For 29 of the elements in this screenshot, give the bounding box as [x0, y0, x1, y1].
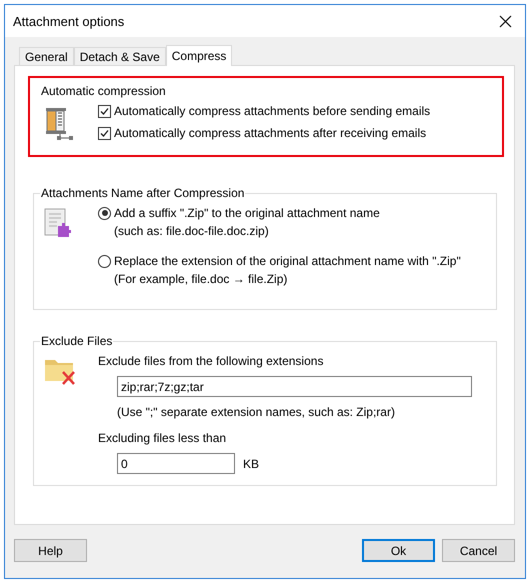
option-note: (such as: file.doc-file.doc.zip) — [113, 224, 270, 238]
extensions-field[interactable]: zip;rar;7z;gz;tar — [117, 376, 472, 397]
dialog-button[interactable]: Cancel — [442, 539, 515, 562]
unit-label: KB — [243, 456, 260, 470]
checkbox-label: Automatically compress attachments before sending emails — [114, 104, 430, 118]
checkbox-label: Automatically compress attachments after receiving emails — [114, 126, 426, 140]
group-title: Exclude Files — [40, 334, 114, 348]
size-field[interactable]: 0 — [117, 453, 235, 474]
checkbox[interactable] — [98, 126, 111, 140]
tab[interactable]: Detach & Save — [74, 47, 166, 65]
checkbox[interactable] — [98, 104, 111, 118]
tab[interactable]: General — [19, 47, 74, 65]
dialog-button[interactable]: Help — [14, 539, 87, 562]
radio-button[interactable] — [98, 254, 111, 268]
file-compressor-icon — [44, 106, 74, 140]
group-title: Automatic compression — [40, 84, 167, 98]
group-title: Attachments Name after Compression — [40, 186, 246, 200]
radio-label: Add a suffix ".Zip" to the original attachment name — [114, 206, 380, 220]
field-label: Exclude files from the following extensions — [98, 354, 324, 368]
hint-text: (Use ";" separate extension names, such as: Zip;rar) — [117, 405, 395, 419]
close-icon — [498, 14, 512, 28]
radio-label: Replace the extension of the original attachment name with ".Zip" — [114, 254, 461, 268]
document-puzzle-icon — [44, 208, 72, 238]
option-note: (For example, file.doc → file.Zip) — [113, 272, 288, 286]
radio-button[interactable] — [98, 206, 111, 220]
window-title: Attachment options — [13, 14, 124, 28]
dialog-button[interactable]: Ok — [362, 539, 435, 562]
tab[interactable]: Compress — [166, 45, 232, 66]
field-label: Excluding files less than — [98, 431, 228, 445]
